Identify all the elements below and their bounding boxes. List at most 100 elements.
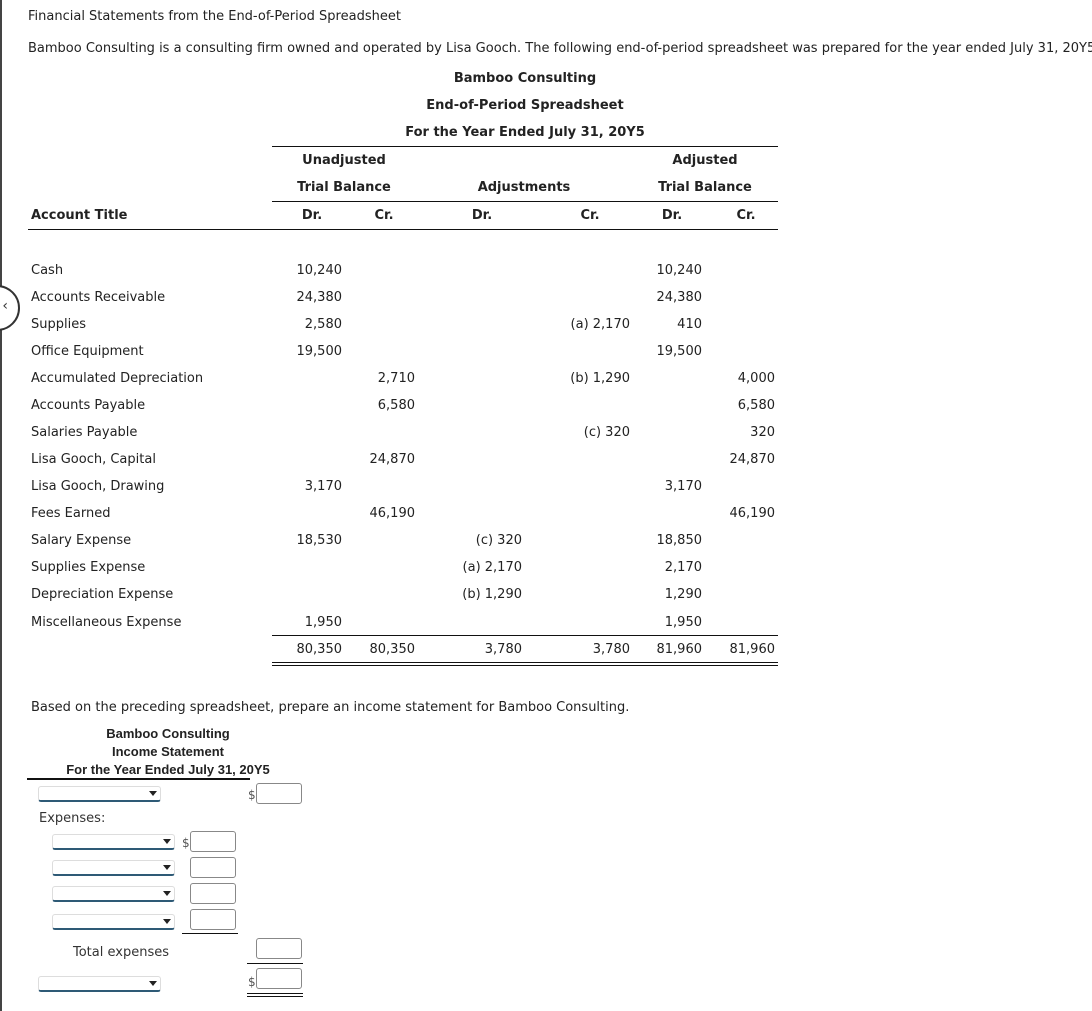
- header-rule-mid: [272, 201, 778, 202]
- chevron-down-icon: [149, 791, 157, 796]
- cell-utb-cr: 6,580: [377, 398, 415, 413]
- cell-adj-cr: (b) 1,290: [570, 371, 630, 386]
- col-atb-dr: Dr.: [661, 208, 683, 223]
- chevron-down-icon: [163, 839, 171, 844]
- account-title: Cash: [31, 263, 64, 278]
- account-title: Fees Earned: [31, 506, 111, 521]
- cell-atb-dr: 10,240: [656, 263, 703, 278]
- cell-atb-dr: 24,380: [656, 290, 703, 305]
- cell-utb-dr: 2,580: [304, 317, 342, 332]
- net-double-rule-1: [247, 993, 303, 994]
- total-adj-cr: 3,780: [592, 642, 630, 657]
- account-title: Supplies Expense: [31, 560, 146, 575]
- expenses-label: Expenses:: [39, 811, 106, 826]
- account-title: Accounts Payable: [31, 398, 146, 413]
- cell-atb-dr: 18,850: [656, 533, 703, 548]
- cell-utb-dr: 18,530: [296, 533, 343, 548]
- col-account-title: Account Title: [31, 208, 128, 223]
- total-expenses-label: Total expenses: [73, 945, 169, 960]
- cell-adj-cr: (a) 2,170: [570, 317, 630, 332]
- account-title: Lisa Gooch, Drawing: [31, 479, 165, 494]
- left-panel-edge: [0, 0, 2, 1011]
- cell-adj-dr: (b) 1,290: [462, 587, 522, 602]
- group-adjusted-line2: Trial Balance: [658, 180, 752, 195]
- cell-utb-dr: 1,950: [304, 615, 342, 630]
- chevron-left-icon: ‹: [2, 298, 8, 314]
- account-title: Office Equipment: [31, 344, 144, 359]
- expense-amount-input-1[interactable]: [190, 831, 236, 852]
- totals-rule-top: [272, 635, 778, 636]
- expense-dollar-sign: $: [182, 836, 190, 850]
- col-utb-dr: Dr.: [301, 208, 323, 223]
- col-adj-cr: Cr.: [580, 208, 600, 223]
- cell-utb-dr: 10,240: [296, 263, 343, 278]
- cell-utb-cr: 2,710: [377, 371, 415, 386]
- total-utb-dr: 80,350: [296, 642, 343, 657]
- chevron-down-icon: [163, 919, 171, 924]
- cell-atb-dr: 2,170: [664, 560, 702, 575]
- account-title: Supplies: [31, 317, 86, 332]
- spreadsheet-name: End-of-Period Spreadsheet: [426, 98, 624, 113]
- total-atb-cr: 81,960: [729, 642, 776, 657]
- is-name: Income Statement: [112, 744, 224, 759]
- expense-account-select-1[interactable]: [52, 834, 175, 850]
- cell-atb-dr: 19,500: [656, 344, 703, 359]
- revenue-amount-input[interactable]: [256, 783, 302, 804]
- net-dollar-sign: $: [248, 975, 256, 989]
- problem-intro: Bamboo Consulting is a consulting firm o…: [28, 41, 1092, 56]
- is-company: Bamboo Consulting: [106, 726, 230, 741]
- collapse-panel-button[interactable]: ‹: [0, 285, 20, 331]
- revenue-account-select[interactable]: [38, 786, 161, 802]
- cell-utb-cr: 46,190: [369, 506, 416, 521]
- header-rule-bottom: [28, 229, 778, 230]
- page-title: Financial Statements from the End-of-Per…: [28, 9, 401, 24]
- expense-account-select-3[interactable]: [52, 886, 175, 902]
- account-title: Accumulated Depreciation: [31, 371, 204, 386]
- cell-atb-cr: 24,870: [729, 452, 776, 467]
- total-expenses-input[interactable]: [256, 938, 302, 959]
- cell-atb-cr: 320: [750, 425, 775, 440]
- col-utb-cr: Cr.: [374, 208, 394, 223]
- expense-amount-input-3[interactable]: [190, 883, 236, 904]
- chevron-down-icon: [163, 891, 171, 896]
- total-expenses-rule: [247, 963, 303, 964]
- total-atb-dr: 81,960: [656, 642, 703, 657]
- cell-adj-cr: (c) 320: [583, 425, 630, 440]
- cell-atb-dr: 1,290: [664, 587, 702, 602]
- expense-account-select-2[interactable]: [52, 860, 175, 876]
- account-title: Salaries Payable: [31, 425, 138, 440]
- col-adj-dr: Dr.: [471, 208, 493, 223]
- spacer3: [27, 778, 250, 780]
- expense-account-select-4[interactable]: [52, 914, 175, 930]
- net-double-rule-2: [247, 996, 303, 997]
- cell-utb-dr: 3,170: [304, 479, 342, 494]
- question-prompt: Based on the preceding spreadsheet, prep…: [31, 700, 630, 715]
- account-title: Miscellaneous Expense: [31, 615, 182, 630]
- cell-atb-cr: 46,190: [729, 506, 776, 521]
- chevron-down-icon: [163, 865, 171, 870]
- cell-utb-cr: 24,870: [369, 452, 416, 467]
- account-title: Depreciation Expense: [31, 587, 174, 602]
- header-rule-top: [272, 146, 778, 147]
- account-title: Lisa Gooch, Capital: [31, 452, 156, 467]
- revenue-dollar-sign: $: [248, 788, 256, 802]
- expense-subtotal-rule: [182, 933, 238, 934]
- is-period: For the Year Ended July 31, 20Y5: [66, 762, 270, 777]
- account-title: Salary Expense: [31, 533, 132, 548]
- net-income-select[interactable]: [38, 976, 161, 992]
- totals-double-rule-1: [272, 662, 778, 663]
- expense-amount-input-2[interactable]: [190, 857, 236, 878]
- cell-adj-dr: (a) 2,170: [462, 560, 522, 575]
- spreadsheet-period: For the Year Ended July 31, 20Y5: [405, 125, 645, 140]
- cell-atb-dr: 1,950: [664, 615, 702, 630]
- cell-atb-dr: 410: [677, 317, 702, 332]
- cell-atb-cr: 4,000: [737, 371, 775, 386]
- expense-amount-input-4[interactable]: [190, 909, 236, 930]
- cell-adj-dr: (c) 320: [475, 533, 522, 548]
- group-adjustments: Adjustments: [477, 180, 571, 195]
- net-income-amount-input[interactable]: [256, 968, 302, 989]
- spreadsheet-company: Bamboo Consulting: [453, 71, 597, 86]
- total-utb-cr: 80,350: [369, 642, 416, 657]
- col-atb-cr: Cr.: [736, 208, 756, 223]
- cell-utb-dr: 19,500: [296, 344, 343, 359]
